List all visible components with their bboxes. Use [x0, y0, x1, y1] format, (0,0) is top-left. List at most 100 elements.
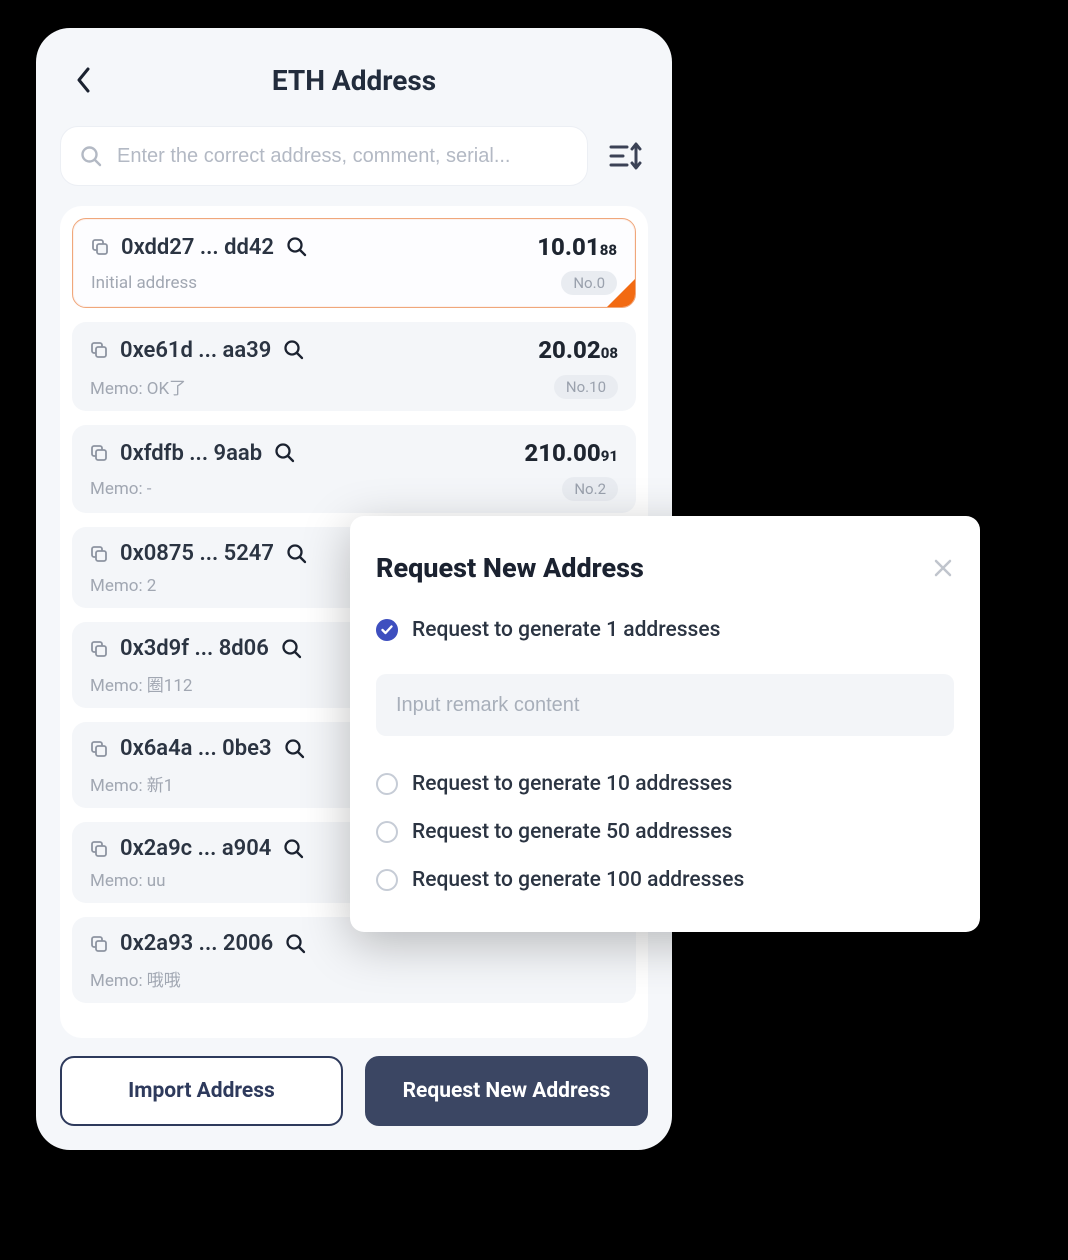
address-card[interactable]: 0xfdfb ... 9aab 210.0091 Memo: - No.2 [72, 425, 636, 513]
balance: 20.0208 [538, 336, 618, 364]
address-card[interactable]: 0xdd27 ... dd42 10.0188 Initial addressNo.… [72, 218, 636, 308]
copy-address-button[interactable] [90, 341, 108, 359]
copy-icon [90, 444, 108, 462]
copy-icon [90, 740, 108, 758]
modal-header: Request New Address [376, 552, 954, 584]
copy-icon [90, 640, 108, 658]
memo-text: Initial address [91, 273, 197, 293]
memo-text: Memo: 新1 [90, 771, 173, 796]
address-text: 0x3d9f ... 8d06 [120, 636, 269, 661]
magnify-icon [283, 339, 305, 361]
address-row-top: 0xfdfb ... 9aab 210.0091 [90, 439, 618, 467]
view-address-button[interactable] [284, 738, 306, 760]
header: ETH Address [60, 56, 648, 104]
generate-option-label: Request to generate 100 addresses [412, 868, 744, 892]
magnify-icon [286, 543, 308, 565]
magnify-icon [284, 738, 306, 760]
serial-badge: No.2 [562, 477, 618, 501]
balance: 10.0188 [537, 233, 617, 261]
sort-icon [609, 141, 643, 171]
close-icon [932, 557, 954, 579]
generate-option[interactable]: Request to generate 50 addresses [376, 814, 954, 850]
copy-address-button[interactable] [90, 545, 108, 563]
view-address-button[interactable] [281, 638, 303, 660]
address-text: 0x0875 ... 5247 [120, 541, 274, 566]
radio-unchecked-icon [376, 821, 398, 843]
address-row-top: 0xe61d ... aa39 20.0208 [90, 336, 618, 364]
generate-option-label: Request to generate 10 addresses [412, 772, 732, 796]
address-row-bottom: Memo: OK了 No.10 [90, 374, 618, 399]
generate-option[interactable]: Request to generate 10 addresses [376, 766, 954, 802]
sort-button[interactable] [604, 134, 648, 178]
memo-text: Memo: - [90, 479, 152, 499]
chevron-left-icon [76, 67, 92, 93]
address-text: 0x2a9c ... a904 [120, 836, 271, 861]
address-left: 0xfdfb ... 9aab [90, 441, 296, 466]
address-text: 0xe61d ... aa39 [120, 338, 271, 363]
address-left: 0xdd27 ... dd42 [91, 235, 308, 260]
radio-unchecked-icon [376, 869, 398, 891]
address-row-top: 0xdd27 ... dd42 10.0188 [91, 233, 617, 261]
address-row-bottom: Memo: 哦哦 [90, 966, 618, 991]
view-address-button[interactable] [286, 236, 308, 258]
address-left: 0x2a93 ... 2006 [90, 931, 307, 956]
copy-icon [90, 545, 108, 563]
balance-minor: 88 [600, 241, 617, 259]
generate-option[interactable]: Request to generate 1 addresses [376, 612, 954, 648]
address-row-bottom: Initial addressNo.0 [91, 271, 617, 295]
copy-icon [90, 935, 108, 953]
copy-address-button[interactable] [90, 640, 108, 658]
memo-text: Memo: 圈112 [90, 671, 192, 696]
copy-icon [90, 341, 108, 359]
view-address-button[interactable] [283, 838, 305, 860]
balance-minor: 08 [601, 344, 618, 362]
address-text: 0xdd27 ... dd42 [121, 235, 274, 260]
remark-input[interactable] [376, 674, 954, 736]
memo-text: Memo: 2 [90, 576, 156, 596]
import-address-button[interactable]: Import Address [60, 1056, 343, 1126]
copy-address-button[interactable] [90, 935, 108, 953]
serial-badge: No.10 [554, 375, 618, 399]
search-input-wrapper[interactable] [60, 126, 588, 186]
view-address-button[interactable] [274, 442, 296, 464]
selected-flag-icon [606, 278, 636, 308]
memo-text: Memo: OK了 [90, 374, 186, 399]
balance: 210.0091 [524, 439, 618, 467]
address-left: 0x0875 ... 5247 [90, 541, 308, 566]
address-text: 0x2a93 ... 2006 [120, 931, 273, 956]
radio-unchecked-icon [376, 773, 398, 795]
copy-address-button[interactable] [90, 740, 108, 758]
copy-address-button[interactable] [91, 238, 109, 256]
balance-major: 210.00 [524, 439, 600, 467]
request-new-address-button[interactable]: Request New Address [365, 1056, 648, 1126]
address-text: 0x6a4a ... 0be3 [120, 736, 272, 761]
address-left: 0x6a4a ... 0be3 [90, 736, 306, 761]
radio-checked-icon [376, 619, 398, 641]
generate-option-label: Request to generate 1 addresses [412, 618, 720, 642]
close-button[interactable] [932, 557, 954, 579]
address-left: 0x3d9f ... 8d06 [90, 636, 303, 661]
balance-major: 10.01 [537, 233, 599, 261]
memo-text: Memo: 哦哦 [90, 966, 181, 991]
copy-icon [90, 840, 108, 858]
copy-address-button[interactable] [90, 840, 108, 858]
view-address-button[interactable] [285, 933, 307, 955]
generate-option[interactable]: Request to generate 100 addresses [376, 862, 954, 898]
back-button[interactable] [68, 64, 100, 96]
magnify-icon [281, 638, 303, 660]
copy-icon [91, 238, 109, 256]
modal-title: Request New Address [376, 552, 644, 584]
address-row-bottom: Memo: - No.2 [90, 477, 618, 501]
balance-minor: 91 [601, 447, 618, 465]
page-title: ETH Address [272, 64, 436, 97]
copy-address-button[interactable] [90, 444, 108, 462]
view-address-button[interactable] [283, 339, 305, 361]
address-card[interactable]: 0xe61d ... aa39 20.0208 Memo: OK了 No.10 [72, 322, 636, 411]
search-input[interactable] [117, 145, 569, 168]
address-row-top: 0x2a93 ... 2006 [90, 931, 618, 956]
request-new-address-modal: Request New Address Request to generate … [350, 516, 980, 932]
balance-major: 20.02 [538, 336, 600, 364]
view-address-button[interactable] [286, 543, 308, 565]
memo-text: Memo: uu [90, 871, 166, 891]
magnify-icon [285, 933, 307, 955]
